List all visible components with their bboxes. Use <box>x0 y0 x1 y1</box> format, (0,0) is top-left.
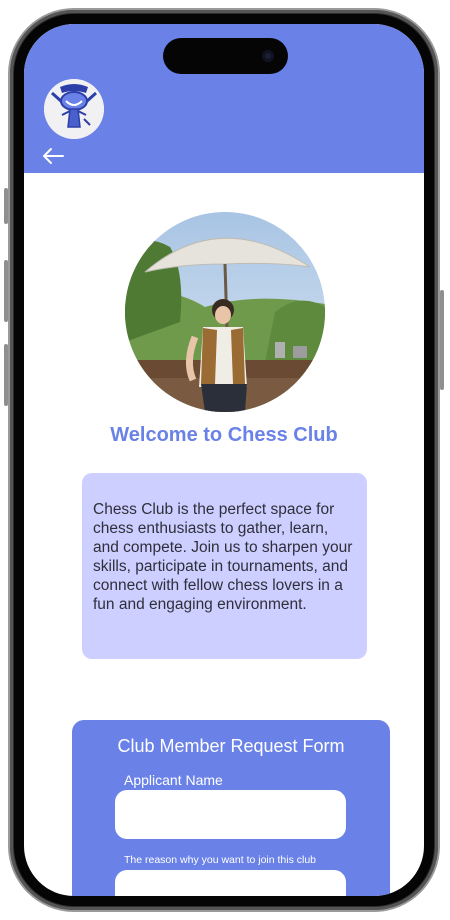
member-request-form: Club Member Request Form Applicant Name … <box>72 720 390 896</box>
profile-photo <box>125 212 325 412</box>
volume-up-button <box>4 260 8 322</box>
applicant-name-label: Applicant Name <box>124 772 223 788</box>
chess-club-logo <box>44 79 104 139</box>
club-description-text: Chess Club is the perfect space for ches… <box>93 501 353 613</box>
applicant-name-input[interactable] <box>115 790 346 839</box>
volume-down-button <box>4 344 8 406</box>
dynamic-island <box>163 38 288 74</box>
form-title: Club Member Request Form <box>117 736 345 756</box>
phone-frame: Welcome to Chess Club Chess Club is the … <box>4 10 444 910</box>
welcome-title: Welcome to Chess Club <box>110 424 338 446</box>
join-reason-label: The reason why you want to join this clu… <box>124 854 317 866</box>
club-description-card: Chess Club is the perfect space for ches… <box>82 473 367 659</box>
power-button <box>440 290 444 390</box>
screen: Welcome to Chess Club Chess Club is the … <box>24 24 424 896</box>
back-button[interactable] <box>40 146 66 166</box>
action-button <box>4 188 8 224</box>
front-camera <box>262 50 274 62</box>
join-reason-input[interactable] <box>115 870 346 896</box>
arrow-left-icon <box>43 148 64 164</box>
